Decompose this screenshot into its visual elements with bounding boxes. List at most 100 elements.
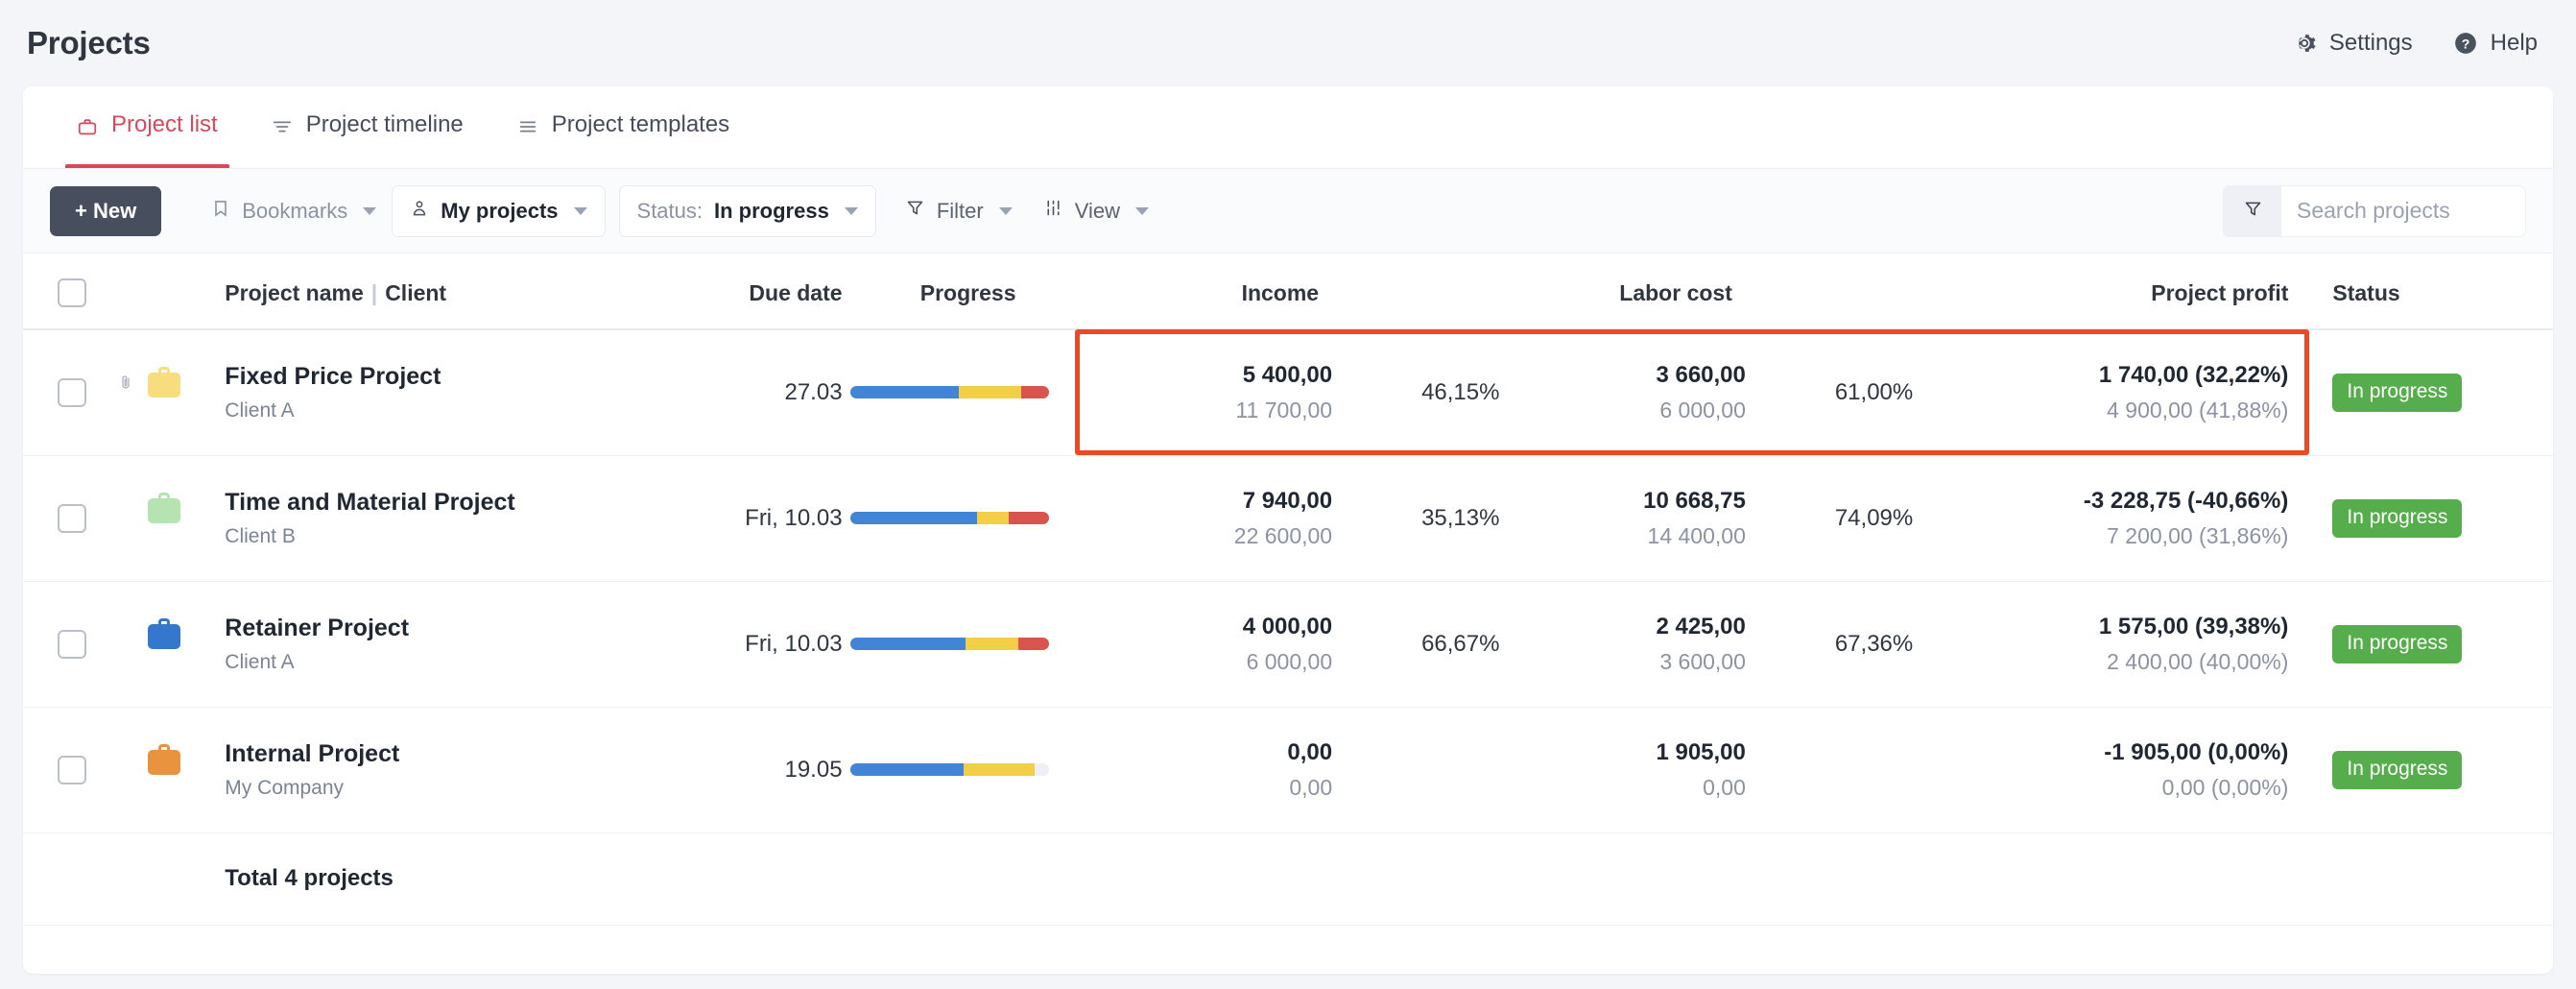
row-checkbox[interactable] — [58, 630, 86, 659]
income-pct-value: 46,15% — [1332, 379, 1499, 406]
income-pct-cell: 66,67% — [1332, 581, 1499, 707]
due-date-value: Fri, 10.03 — [745, 631, 849, 657]
due-date-cell: 27.03 — [594, 329, 850, 455]
help-label: Help — [2491, 30, 2538, 57]
attachment-icon[interactable] — [117, 371, 136, 394]
labor-cost-value: 1 905,00 — [1499, 739, 1745, 766]
project-profit-header[interactable]: Project profit — [1913, 253, 2302, 329]
project-profit-value: 1 740,00 (32,22%) — [1913, 362, 2288, 389]
status-header[interactable]: Status — [2302, 253, 2553, 329]
progress-cell — [850, 581, 1086, 707]
labor-cost-header[interactable]: Labor cost — [1499, 253, 1745, 329]
status-badge[interactable]: In progress — [2332, 499, 2462, 538]
row-checkbox[interactable] — [58, 756, 86, 784]
progress-cell — [850, 455, 1086, 581]
search-input[interactable] — [2281, 185, 2525, 237]
row-select-cell — [23, 581, 111, 707]
briefcase-icon — [148, 618, 180, 649]
my-projects-label: My projects — [441, 199, 558, 224]
progress-segment — [850, 512, 977, 524]
labor-pct-cell: 74,09% — [1746, 455, 1913, 581]
status-dropdown[interactable]: Status: In progress — [619, 185, 876, 237]
status-badge[interactable]: In progress — [2332, 374, 2462, 412]
status-badge[interactable]: In progress — [2332, 751, 2462, 789]
due-date-header[interactable]: Due date — [594, 253, 850, 329]
briefcase-icon — [148, 493, 180, 523]
row-checkbox[interactable] — [58, 504, 86, 533]
table-row[interactable]: Time and Material Project Client B Fri, … — [23, 455, 2553, 581]
project-name[interactable]: Retainer Project — [225, 615, 409, 642]
income-header[interactable]: Income — [1086, 253, 1332, 329]
labor-pct-cell — [1746, 707, 1913, 832]
row-icons — [111, 740, 225, 775]
labor-cost-sub-value: 3 600,00 — [1499, 649, 1745, 675]
income-pct-cell: 35,13% — [1332, 455, 1499, 581]
timeline-icon — [272, 116, 293, 137]
bookmark-icon — [211, 198, 230, 225]
income-value: 7 940,00 — [1086, 488, 1332, 515]
client-header-label: Client — [385, 280, 446, 305]
income-pct-cell — [1332, 707, 1499, 832]
help-circle-icon: ? — [2453, 31, 2478, 56]
labor-cost-value: 10 668,75 — [1499, 488, 1745, 515]
tab-project-timeline-label: Project timeline — [306, 111, 464, 138]
project-client: Client A — [225, 651, 409, 674]
project-profit-sub-value: 0,00 (0,00%) — [1913, 775, 2288, 801]
page-title: Projects — [27, 25, 151, 61]
settings-button[interactable]: Settings — [2292, 30, 2413, 57]
header-separator: | — [364, 280, 385, 305]
status-badge[interactable]: In progress — [2332, 625, 2462, 663]
project-profit-sub-value: 4 900,00 (41,88%) — [1913, 398, 2288, 423]
row-icons — [111, 615, 225, 649]
bookmarks-dropdown[interactable]: Bookmarks — [196, 185, 392, 237]
project-name[interactable]: Time and Material Project — [225, 489, 514, 517]
progress-header[interactable]: Progress — [850, 253, 1086, 329]
progress-cell — [850, 329, 1086, 455]
income-value: 5 400,00 — [1086, 362, 1332, 389]
income-pct-value: 35,13% — [1332, 505, 1499, 532]
gear-icon — [2292, 31, 2317, 56]
my-projects-dropdown[interactable]: My projects — [392, 185, 605, 237]
chevron-down-icon — [574, 207, 587, 215]
income-value: 0,00 — [1086, 739, 1332, 766]
project-client: Client A — [225, 399, 441, 422]
project-profit-cell: -3 228,75 (-40,66%) 7 200,00 (31,86%) — [1913, 455, 2302, 581]
table-row[interactable]: Internal Project My Company 19.05 0,00 0… — [23, 707, 2553, 832]
project-name[interactable]: Fixed Price Project — [225, 363, 441, 391]
project-name-header[interactable]: Project name|Client — [111, 253, 594, 329]
progress-bar — [850, 386, 1049, 398]
table-header: Project name|Client Due date Progress In… — [23, 253, 2553, 329]
select-all-checkbox[interactable] — [58, 278, 86, 307]
top-bar-actions: Settings ? Help — [2292, 30, 2538, 57]
total-spacer — [23, 832, 111, 925]
help-button[interactable]: ? Help — [2453, 30, 2538, 57]
status-prefix-label: Status: — [637, 199, 703, 224]
labor-pct-value: 74,09% — [1746, 505, 1913, 532]
progress-segment — [1021, 386, 1049, 398]
tab-project-timeline[interactable]: Project timeline — [245, 86, 490, 168]
filter-dropdown[interactable]: Filter — [890, 185, 1028, 237]
table-row[interactable]: Fixed Price Project Client A 27.03 5 400… — [23, 329, 2553, 455]
row-checkbox[interactable] — [58, 378, 86, 407]
progress-bar — [850, 638, 1049, 650]
search-filter-button[interactable] — [2224, 185, 2281, 237]
income-pct-header — [1332, 253, 1499, 329]
chevron-down-icon — [1135, 207, 1149, 215]
project-client: My Company — [225, 777, 399, 800]
project-name[interactable]: Internal Project — [225, 740, 399, 768]
table-row[interactable]: Retainer Project Client A Fri, 10.03 4 0… — [23, 581, 2553, 707]
progress-segment — [1018, 638, 1048, 650]
briefcase-icon — [148, 367, 180, 398]
progress-segment — [850, 763, 964, 776]
labor-cost-cell: 3 660,00 6 000,00 — [1499, 329, 1745, 455]
project-profit-value: 1 575,00 (39,38%) — [1913, 614, 2288, 640]
income-cell: 7 940,00 22 600,00 — [1086, 455, 1332, 581]
view-dropdown[interactable]: View — [1028, 185, 1164, 237]
tab-project-list[interactable]: Project list — [50, 86, 245, 168]
table-header-row: Project name|Client Due date Progress In… — [23, 253, 2553, 329]
progress-cell — [850, 707, 1086, 832]
view-label: View — [1075, 199, 1120, 224]
tab-project-templates[interactable]: Project templates — [490, 86, 756, 168]
project-name-header-label: Project name — [111, 280, 363, 305]
new-button[interactable]: + New — [50, 186, 161, 236]
